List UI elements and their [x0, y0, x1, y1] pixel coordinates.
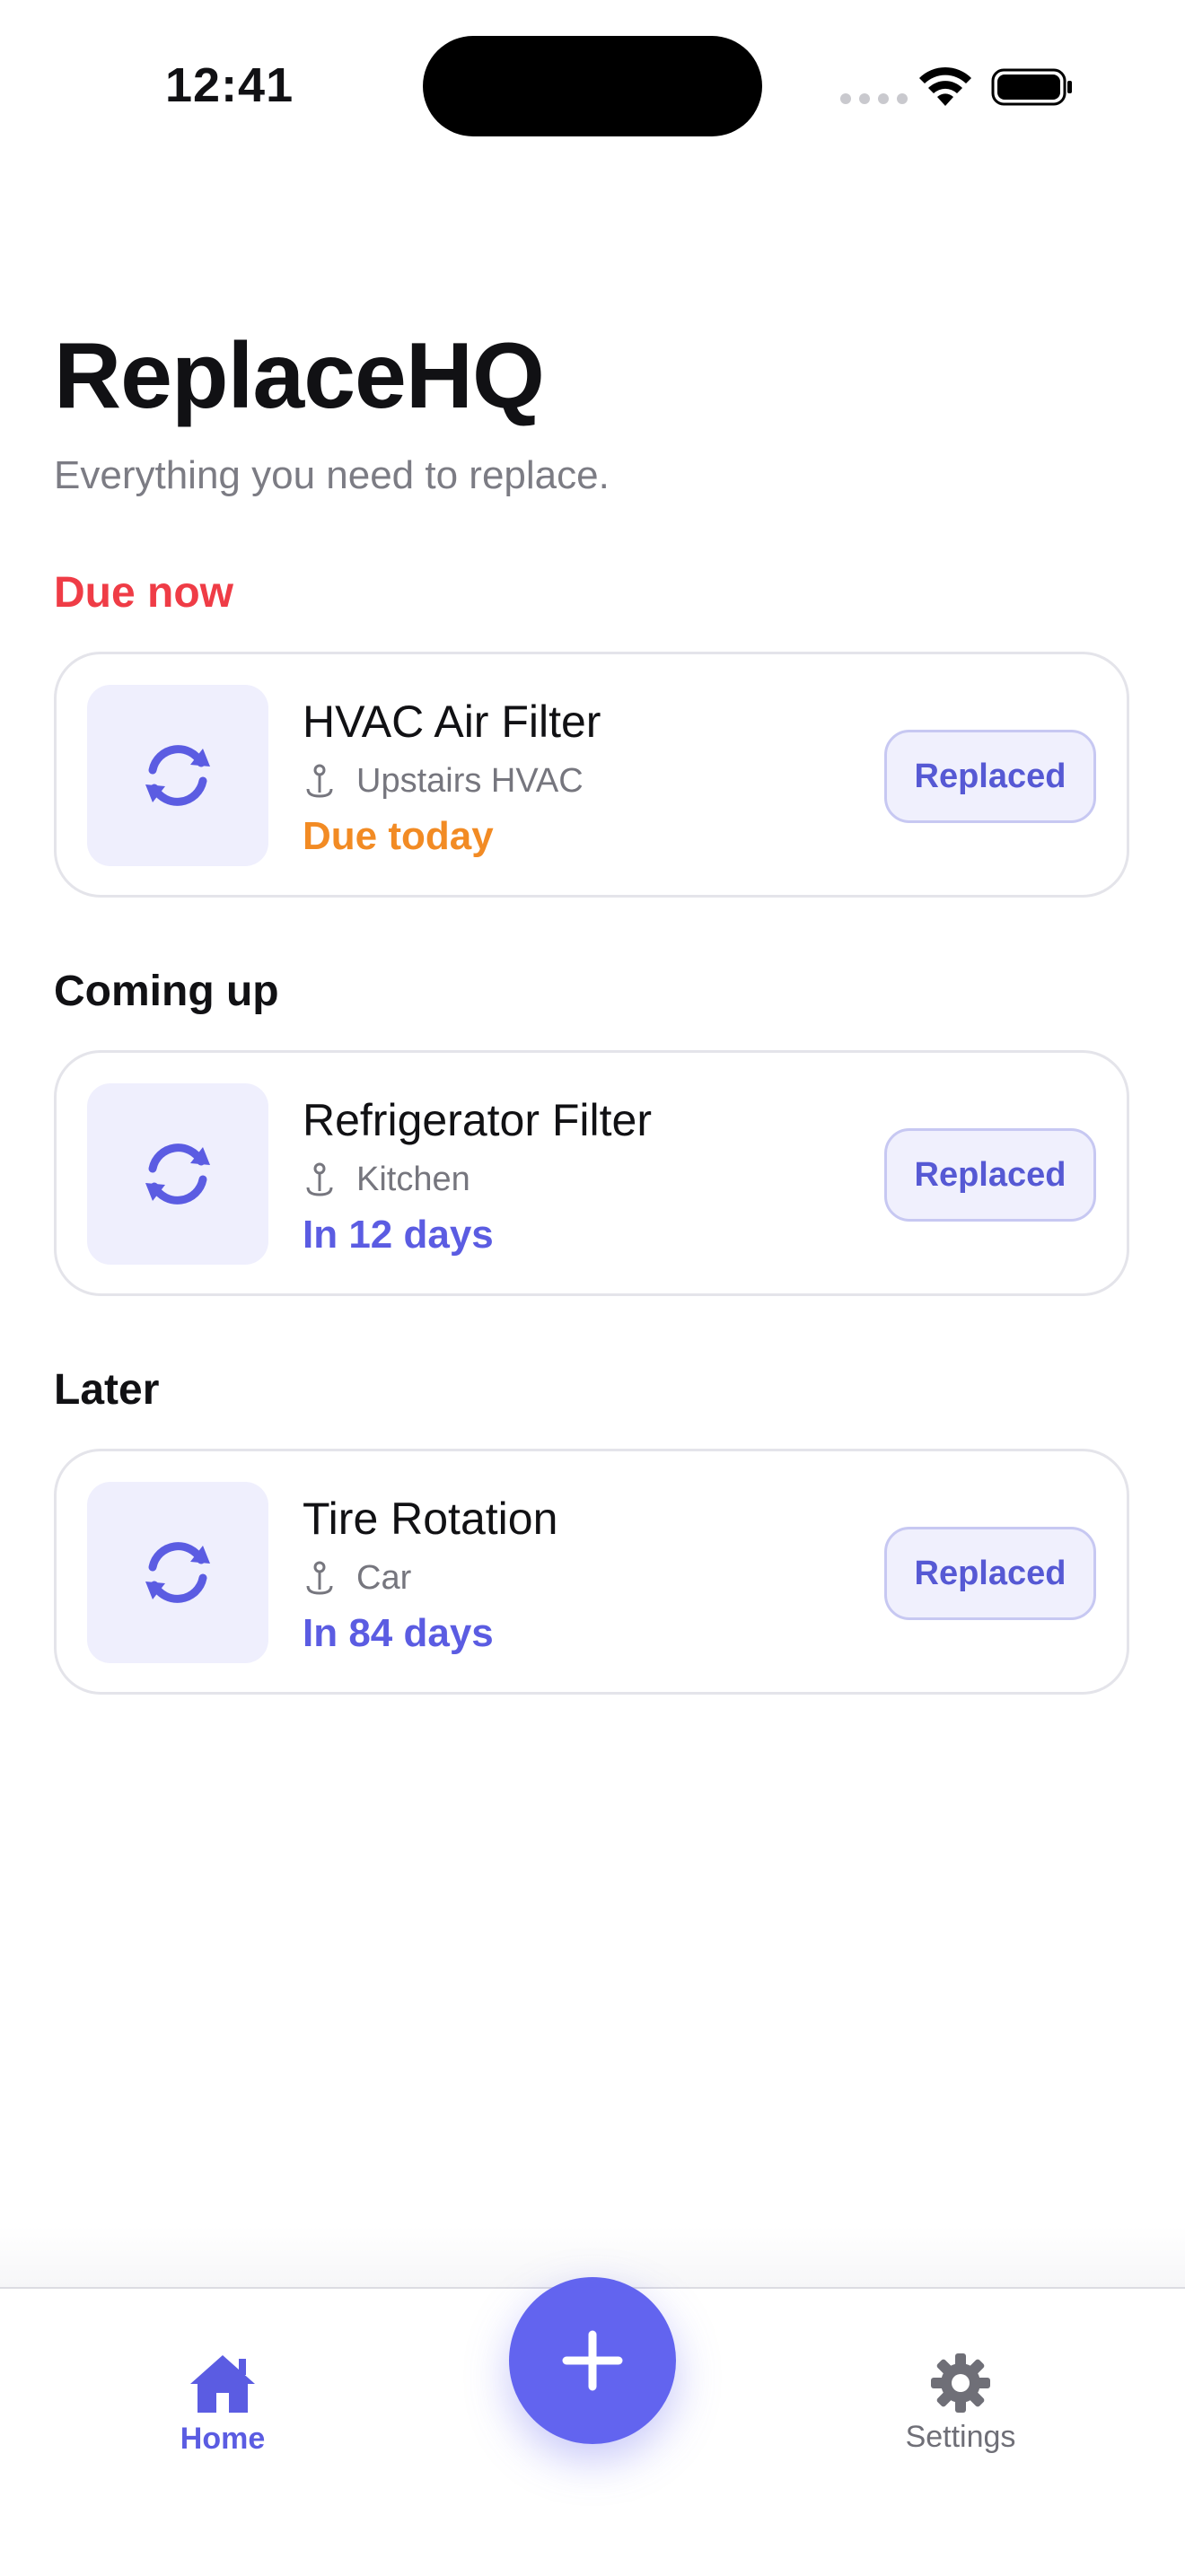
dynamic-island: [423, 36, 762, 136]
page-title: ReplaceHQ: [54, 324, 545, 428]
item-location-row: Car: [303, 1559, 411, 1598]
tab-settings[interactable]: Settings: [880, 2352, 1041, 2455]
item-card[interactable]: Refrigerator Filter Kitchen In 12 days R…: [54, 1050, 1129, 1296]
item-location: Upstairs HVAC: [356, 762, 584, 800]
item-due: Due today: [303, 814, 494, 858]
item-location: Kitchen: [356, 1161, 470, 1198]
house-icon: [190, 2355, 255, 2413]
section-label-due-now: Due now: [54, 569, 233, 617]
battery-icon: [991, 68, 1072, 106]
signal-icon: [840, 93, 908, 104]
item-card[interactable]: Tire Rotation Car In 84 days Replaced: [54, 1449, 1129, 1695]
refresh-icon: [87, 685, 268, 866]
replaced-button[interactable]: Replaced: [884, 1128, 1096, 1222]
tab-home-label: Home: [180, 2422, 266, 2456]
page-subtitle: Everything you need to replace.: [54, 453, 610, 497]
refresh-icon: [87, 1482, 268, 1663]
section-label-later: Later: [54, 1366, 160, 1414]
item-name: Tire Rotation: [303, 1494, 558, 1544]
pin-icon: [306, 764, 333, 798]
refresh-icon: [87, 1083, 268, 1265]
section-label-coming-up: Coming up: [54, 968, 279, 1015]
tab-settings-label: Settings: [905, 2420, 1016, 2454]
item-due: In 84 days: [303, 1611, 494, 1655]
item-location: Car: [356, 1559, 412, 1597]
replaced-button[interactable]: Replaced: [884, 730, 1096, 823]
add-item-button[interactable]: [509, 2277, 676, 2444]
pin-icon: [306, 1162, 333, 1196]
pin-icon: [306, 1561, 333, 1595]
item-card[interactable]: HVAC Air Filter Upstairs HVAC Due today …: [54, 652, 1129, 898]
status-time: 12:41: [165, 58, 294, 112]
item-location-row: Kitchen: [303, 1161, 470, 1199]
replaced-button[interactable]: Replaced: [884, 1527, 1096, 1620]
wifi-icon: [919, 66, 971, 106]
plus-icon: [562, 2330, 623, 2391]
item-name: Refrigerator Filter: [303, 1095, 652, 1145]
item-due: In 12 days: [303, 1213, 494, 1257]
tab-home[interactable]: Home: [162, 2352, 284, 2457]
item-name: HVAC Air Filter: [303, 697, 601, 747]
item-location-row: Upstairs HVAC: [303, 762, 584, 801]
gear-icon: [931, 2353, 990, 2413]
